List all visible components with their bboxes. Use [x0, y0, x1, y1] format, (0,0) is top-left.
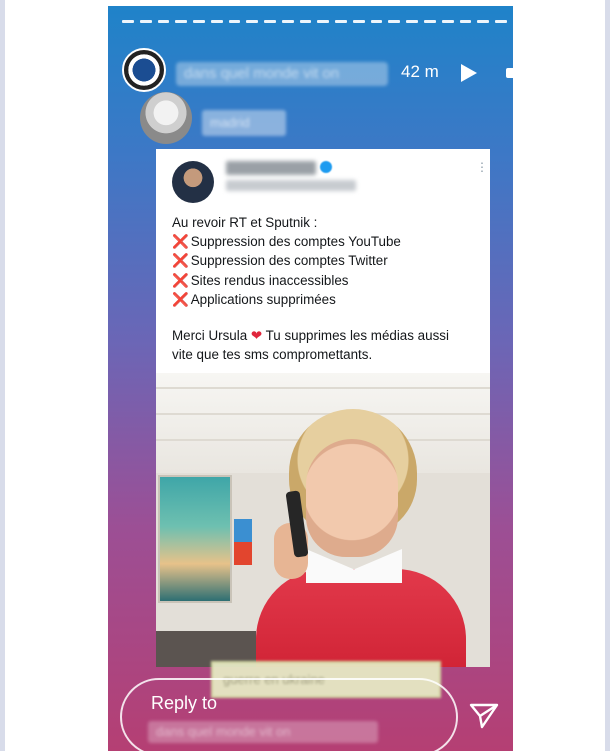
- story-account-name[interactable]: dans quel monde vit on: [176, 62, 388, 86]
- story-progress-bar: [122, 20, 507, 24]
- reposted-account-avatar[interactable]: [140, 92, 192, 144]
- story-account-avatar[interactable]: [122, 48, 166, 92]
- reply-placeholder: Reply to: [151, 693, 218, 713]
- progress-segment: [264, 20, 276, 23]
- tweet-list-item: ❌ Suppression des comptes Twitter: [172, 253, 388, 269]
- progress-segment: [424, 20, 436, 23]
- verified-badge-icon: [320, 161, 332, 173]
- progress-segment: [193, 20, 205, 23]
- progress-segment: [352, 20, 365, 23]
- reposted-account-name[interactable]: madrid: [202, 110, 286, 136]
- tweet-line: Au revoir RT et Sputnik :: [172, 215, 318, 230]
- person-red-blazer: [256, 569, 466, 667]
- send-icon[interactable]: [468, 700, 500, 732]
- tweet-card[interactable]: ⋮ Au revoir RT et Sputnik : ❌ Suppression…: [156, 149, 490, 373]
- progress-segment: [441, 20, 454, 23]
- progress-segment: [228, 20, 241, 23]
- progress-segment: [299, 20, 312, 23]
- wall-painting: [158, 475, 232, 603]
- instagram-story[interactable]: dans quel monde vit on 42 m madrid ⋮ Au …: [108, 6, 513, 751]
- tweet-text: Au revoir RT et Sputnik : ❌ Suppression d…: [172, 213, 482, 364]
- heart-icon: ❤: [250, 328, 263, 344]
- progress-segment: [495, 20, 507, 23]
- tweet-menu-icon: ⋮: [476, 160, 488, 174]
- tweet-author-name: [226, 161, 316, 175]
- progress-segment: [281, 20, 294, 23]
- more-icon[interactable]: [506, 68, 513, 78]
- ceiling-light-line: [156, 387, 490, 389]
- ceiling-light-line: [156, 413, 490, 415]
- progress-segment: [157, 20, 170, 23]
- cross-mark-icon: ❌: [172, 253, 189, 269]
- progress-segment: [459, 20, 472, 23]
- progress-segment: [388, 20, 401, 23]
- progress-segment: [406, 20, 419, 23]
- tweet-photo[interactable]: [156, 373, 490, 667]
- tweet-list-item: ❌ Suppression des comptes YouTube: [172, 234, 401, 250]
- tweet-list-item: ❌ Applications supprimées: [172, 291, 336, 307]
- story-timestamp: 42 m: [401, 62, 439, 81]
- progress-segment: [175, 20, 188, 23]
- progress-segment: [139, 20, 152, 23]
- person-face: [306, 439, 398, 557]
- tweet-list-item: ❌ Sites rendus inaccessibles: [172, 272, 349, 288]
- tweet-author-avatar: [172, 161, 214, 203]
- reply-recipient-name: dans quel monde vit on: [148, 721, 378, 743]
- cross-mark-icon: ❌: [172, 291, 189, 307]
- progress-segment: [370, 20, 383, 23]
- progress-segment: [477, 20, 490, 23]
- wall-poster: [234, 519, 252, 565]
- cross-mark-icon: ❌: [172, 234, 189, 250]
- play-icon[interactable]: [461, 64, 477, 82]
- progress-segment: [335, 20, 347, 23]
- tweet-closing-line: Merci Ursula ❤ Tu supprimes les médias a…: [172, 328, 449, 344]
- progress-segment: [210, 20, 223, 23]
- tweet-handle: [226, 180, 356, 191]
- progress-segment: [122, 20, 134, 23]
- progress-segment: [317, 20, 330, 23]
- cross-mark-icon: ❌: [172, 272, 189, 288]
- tweet-closing-line-2: vite que tes sms compromettants.: [172, 347, 373, 363]
- progress-segment: [246, 20, 259, 23]
